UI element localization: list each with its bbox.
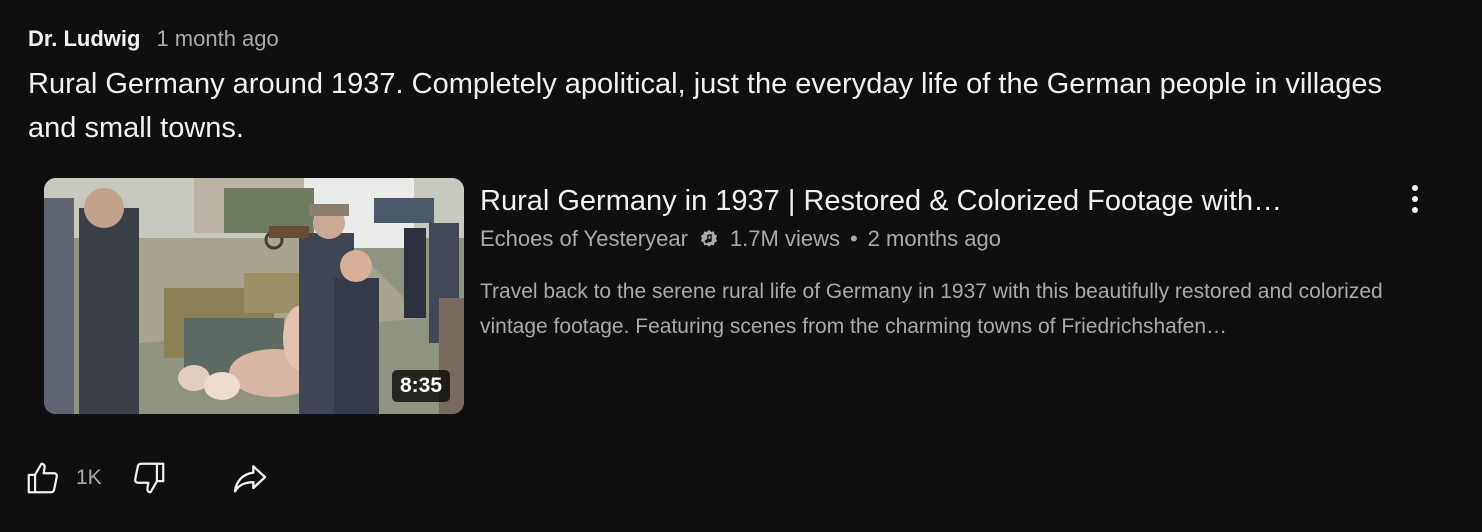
comment-time[interactable]: 1 month ago xyxy=(156,26,278,52)
more-dot xyxy=(1412,207,1418,213)
video-card[interactable]: 8:35 Rural Germany in 1937 | Restored & … xyxy=(44,178,1444,414)
more-vertical-icon[interactable] xyxy=(1400,181,1430,217)
author-name[interactable]: Dr. Ludwig xyxy=(28,26,140,52)
meta-separator: • xyxy=(849,226,858,251)
more-dot xyxy=(1412,196,1418,202)
thumbs-up-icon xyxy=(27,462,58,494)
video-meta: Echoes of Yesteryear 1.7M views • 2 mont… xyxy=(480,226,1380,252)
comment-header: Dr. Ludwig 1 month ago xyxy=(28,26,1458,52)
like-button[interactable]: 1K xyxy=(24,458,130,498)
video-info: Rural Germany in 1937 | Restored & Color… xyxy=(480,182,1383,344)
like-count: 1K xyxy=(76,466,102,489)
video-title[interactable]: Rural Germany in 1937 | Restored & Color… xyxy=(480,182,1380,220)
share-icon xyxy=(233,465,266,493)
video-duration: 8:35 xyxy=(391,370,450,402)
view-count: 1.7M views xyxy=(729,226,840,251)
video-thumbnail[interactable]: 8:35 xyxy=(44,178,464,414)
comment-actions: 1K xyxy=(24,458,272,498)
more-dot xyxy=(1412,185,1418,191)
share-button[interactable] xyxy=(228,458,272,498)
video-age: 2 months ago xyxy=(867,226,1001,251)
dislike-button[interactable] xyxy=(130,458,168,498)
comment-text: Rural Germany around 1937. Completely ap… xyxy=(28,68,1383,144)
music-verified-icon xyxy=(698,228,720,250)
channel-name[interactable]: Echoes of Yesteryear xyxy=(480,226,688,252)
comment-post: Dr. Ludwig 1 month ago Rural Germany aro… xyxy=(28,26,1458,150)
thumbs-down-icon xyxy=(133,462,165,494)
video-description: Travel back to the serene rural life of … xyxy=(480,280,1383,338)
